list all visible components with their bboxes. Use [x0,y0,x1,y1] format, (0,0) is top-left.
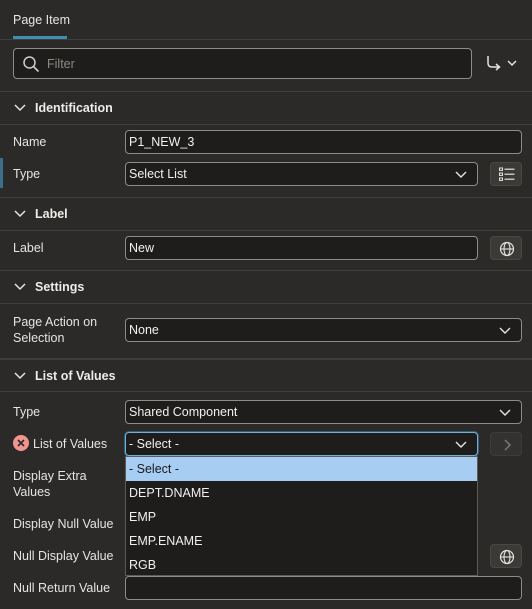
page-action-value: None [129,323,159,337]
chevron-down-icon [14,372,26,380]
chevron-down-icon [14,283,26,291]
tab-bar: Page Item [0,0,532,40]
globe-icon [499,549,515,565]
lov-type-label: Type [13,405,41,419]
name-value: P1_NEW_3 [129,135,195,149]
list-button[interactable] [490,162,522,186]
null-return-field[interactable] [125,576,522,600]
dropdown-option[interactable]: EMP [126,505,477,529]
section-title: List of Values [35,369,116,383]
translate-button[interactable] [490,544,522,568]
type-select[interactable]: Select List [125,162,478,186]
tab-active-indicator [13,36,67,39]
label-label: Label [13,241,44,255]
next-button[interactable] [490,432,522,456]
chevron-down-icon [499,327,511,334]
error-icon [13,435,29,451]
page-action-select[interactable]: None [125,318,522,342]
chevron-down-icon [14,210,26,218]
null-return-label: Null Return Value [13,581,111,595]
search-icon [23,56,39,72]
lov-type-value: Shared Component [129,405,238,419]
label-field[interactable]: New [125,236,478,260]
chevron-down-icon [455,171,467,178]
null-display-label: Null Display Value [13,549,114,563]
filter-placeholder: Filter [47,57,75,71]
dropdown-option[interactable]: - Select - [126,457,477,481]
focus-marker [0,158,3,188]
globe-icon [499,241,515,257]
chevron-right-icon [504,439,512,451]
divider [0,230,532,231]
type-label: Type [13,167,41,181]
name-field[interactable]: P1_NEW_3 [125,130,522,154]
divider [0,391,532,392]
label-value: New [129,241,155,255]
section-title: Label [35,207,68,221]
name-label: Name [13,135,47,149]
filter-input[interactable]: Filter [13,48,472,79]
dropdown-option[interactable]: DEPT.DNAME [126,481,477,505]
display-extra-label: Display Extra Values [13,469,87,499]
chevron-down-icon [455,441,467,448]
list-icon [499,167,515,181]
tab-page-item[interactable]: Page Item [13,13,70,27]
page-action-label: Page Action on Selection [13,315,98,345]
section-list-of-values[interactable]: List of Values [0,358,532,391]
section-title: Settings [35,280,85,294]
section-settings[interactable]: Settings [0,270,532,303]
translate-button[interactable] [490,236,522,260]
list-of-values-select[interactable]: - Select - [125,432,478,456]
list-of-values-value: - Select - [129,437,180,451]
dropdown-option[interactable]: RGB [126,553,477,577]
dropdown-option[interactable]: EMP.ENAME [126,529,477,553]
list-of-values-label: List of Values [33,437,108,451]
section-title: Identification [35,101,113,115]
section-label[interactable]: Label [0,197,532,230]
section-identification[interactable]: Identification [0,91,532,124]
type-value: Select List [129,167,187,181]
divider [0,303,532,304]
chevron-down-icon [14,104,26,112]
display-null-label: Display Null Value [13,517,114,531]
divider [0,124,532,125]
chevron-down-icon [499,409,511,416]
goto-arrow-icon[interactable] [484,54,522,74]
lov-type-select[interactable]: Shared Component [125,400,522,424]
list-of-values-dropdown: - Select - DEPT.DNAME EMP EMP.ENAME RGB [125,456,478,576]
